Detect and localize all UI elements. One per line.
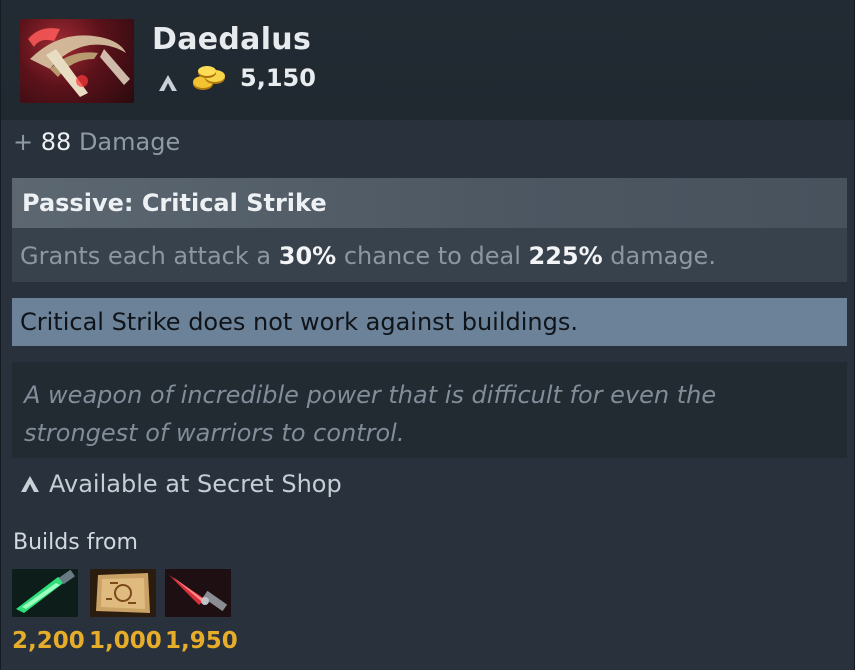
ability-note: Critical Strike does not work against bu… xyxy=(20,308,578,336)
component-price: 1,000 xyxy=(89,628,162,654)
gold-coins-icon xyxy=(191,66,227,96)
passive-ability-box: Passive: Critical Strike Grants each att… xyxy=(12,178,847,282)
passive-desc-mid: chance to deal xyxy=(343,242,521,270)
passive-header: Passive: Critical Strike xyxy=(12,178,847,228)
shop-availability: Available at Secret Shop xyxy=(19,470,342,500)
lore-text: A weapon of incredible power that is dif… xyxy=(24,381,717,447)
daedalus-item-icon xyxy=(20,19,134,103)
damage-value: 88 xyxy=(40,128,72,156)
component-price: 2,200 xyxy=(12,628,85,654)
component-price: 1,950 xyxy=(165,628,238,654)
passive-desc-pre: Grants each attack a xyxy=(20,242,272,270)
green-blade-icon[interactable] xyxy=(12,569,78,617)
damage-stat: + 88 Damage xyxy=(13,128,180,156)
secret-shop-icon xyxy=(19,472,41,500)
builds-from-label: Builds from xyxy=(13,530,138,555)
secret-shop-icon xyxy=(157,73,179,97)
passive-title: Passive: Critical Strike xyxy=(22,189,327,217)
red-blade-icon[interactable] xyxy=(165,569,231,617)
recipe-scroll-icon[interactable] xyxy=(90,569,156,617)
ability-note-box: Critical Strike does not work against bu… xyxy=(12,298,847,346)
passive-desc-post: damage. xyxy=(610,242,716,270)
lore-box: A weapon of incredible power that is dif… xyxy=(12,362,847,458)
item-title: Daedalus xyxy=(152,22,312,57)
shop-availability-text: Available at Secret Shop xyxy=(49,470,342,498)
crit-multiplier-value: 225% xyxy=(528,242,603,270)
tooltip-header: Daedalus 5,150 xyxy=(1,0,854,120)
crit-chance-value: 30% xyxy=(278,242,337,270)
damage-prefix: + xyxy=(13,128,34,156)
passive-description: Grants each attack a 30% chance to deal … xyxy=(20,242,716,270)
damage-label: Damage xyxy=(78,128,181,156)
item-tooltip: Daedalus 5,150 + 88 Damage Passive: Crit… xyxy=(0,0,855,670)
item-cost: 5,150 xyxy=(240,64,316,92)
